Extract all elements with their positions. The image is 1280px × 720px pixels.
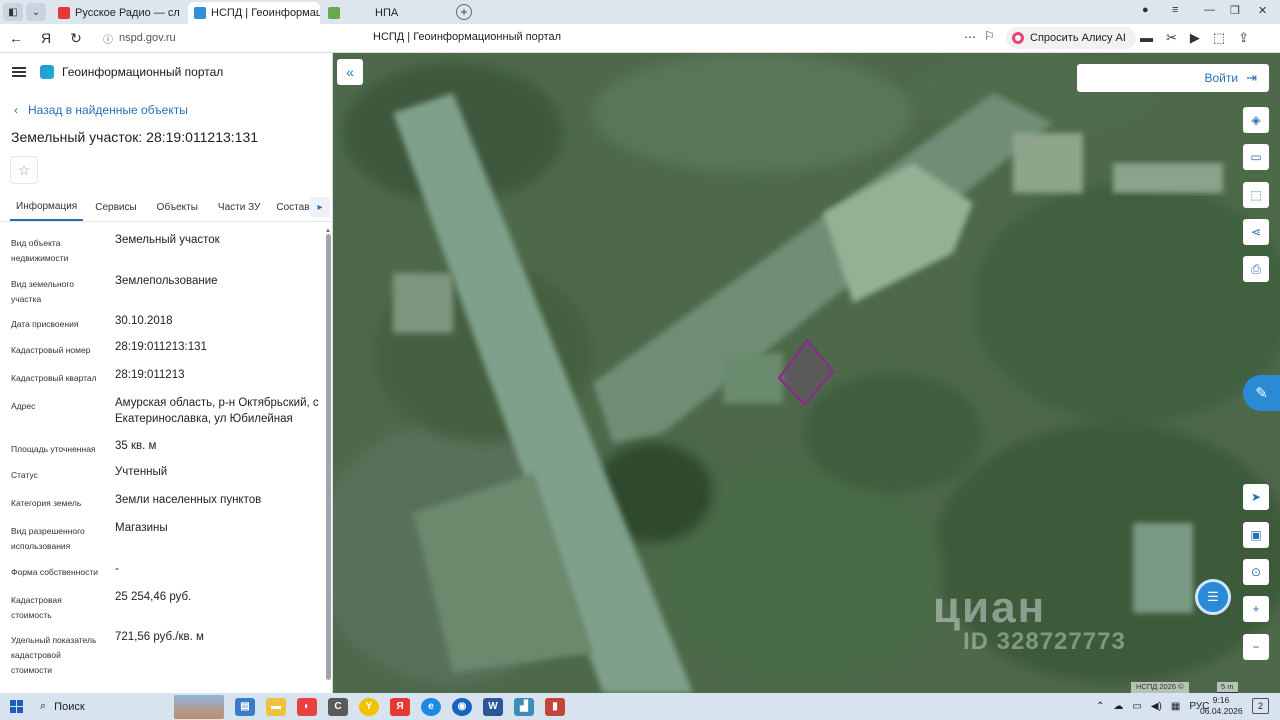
nspd-favicon-icon (194, 7, 206, 19)
tab-russkoe-radio[interactable]: Русское Радио — сл ◀) (52, 2, 180, 24)
bookmark-icon[interactable]: ⚐ (984, 29, 995, 43)
chevron-up-icon[interactable]: ⌃ (1096, 701, 1104, 712)
tabs-menu-icon[interactable]: ⌄ (26, 3, 46, 21)
cian-watermark: циан (933, 583, 1047, 632)
tab-information[interactable]: Информация (10, 193, 84, 221)
scroll-thumb[interactable] (326, 234, 331, 680)
zoom-in-icon[interactable]: + (1243, 596, 1269, 622)
address-bar: ← Я ↻ ⓘ nspd.gov.ru НСПД | Геоинформацио… (0, 24, 1280, 53)
system-tray: ⌃ ☁ ▭ ◀) ▦ РУС (1096, 693, 1209, 720)
yandex-browser-icon[interactable]: Y (359, 697, 379, 716)
share-map-icon[interactable]: ⋖ (1243, 219, 1269, 245)
word-icon[interactable]: W (483, 697, 503, 716)
zoom-out-icon[interactable]: − (1243, 634, 1269, 660)
media-icon[interactable]: ▶ (1190, 30, 1200, 46)
alice-icon (1012, 32, 1024, 44)
ruler-icon[interactable]: ▭ (1243, 144, 1269, 170)
extensions-icon[interactable]: ✂ (1166, 30, 1177, 46)
downloads-icon[interactable]: ▬ (1140, 30, 1153, 46)
portal-logo-icon (40, 65, 54, 79)
ask-alice-button[interactable]: Спросить Алису AI (1006, 27, 1136, 49)
clock[interactable]: 9:16 06.04.2026 (1200, 695, 1243, 717)
tabs-divider (0, 221, 332, 222)
login-arrow-icon: ⇥ (1246, 70, 1257, 85)
object-title: Земельный участок: 28:19:011213:131 (11, 129, 259, 145)
yandex-profile-icon[interactable]: ● (1142, 4, 1149, 16)
panel-header: Геоинформационный портал (0, 53, 332, 91)
news-widget[interactable] (174, 694, 224, 719)
tab-parcel-parts[interactable]: Части ЗУ (210, 193, 268, 221)
search-location-icon[interactable]: ⊙ (1243, 559, 1269, 585)
site-info-icon[interactable]: ⓘ (103, 31, 113, 46)
favorite-star-icon[interactable]: ☆ (10, 156, 38, 184)
notifications-icon[interactable]: 2 (1252, 698, 1269, 714)
object-info-panel: Геоинформационный портал ‹ Назад в найден… (0, 53, 333, 693)
restore-icon[interactable]: ❐ (1230, 4, 1240, 17)
select-area-icon[interactable]: ⬚ (1243, 182, 1269, 208)
back-arrow-icon[interactable]: ← (5, 30, 27, 46)
tab-nspd[interactable]: НСПД | Геоинформаци ✕ (188, 2, 320, 24)
search-icon: ⌕ (40, 700, 47, 712)
sidebar-toggle-icon[interactable]: ◧ (3, 3, 23, 21)
share-icon[interactable]: ⇪ (1238, 30, 1249, 46)
tab-npa[interactable]: НПА (322, 2, 442, 24)
screenshot-icon[interactable]: ⬚ (1213, 30, 1225, 46)
more-icon[interactable]: ⋯ (964, 30, 976, 44)
network-icon[interactable]: ▦ (1171, 701, 1180, 712)
blue-app-icon[interactable]: ◉ (452, 697, 472, 716)
feedback-icon[interactable]: ✎ (1243, 375, 1280, 411)
print-icon[interactable]: ⎙ (1243, 256, 1269, 282)
onedrive-icon[interactable]: ☁ (1113, 701, 1123, 712)
yandex-icon[interactable]: Я (35, 30, 57, 46)
satellite-map[interactable]: « Войти ⇥ ◈ ▭ ⬚ ⋖ ⎙ ✎ ➤ ▣ ⊙ + − ☰ циан I… (333, 53, 1280, 693)
app-red-icon[interactable]: ◐ (297, 697, 317, 716)
satellite-imagery (333, 53, 1280, 693)
edge-icon[interactable]: e (421, 697, 441, 716)
page-title: НСПД | Геоинформационный портал (373, 31, 562, 43)
folder-icon[interactable]: ▬ (266, 697, 286, 716)
close-window-icon[interactable]: ✕ (1258, 4, 1267, 17)
file-explorer-icon[interactable]: ▤ (235, 697, 255, 716)
taskbar-search[interactable]: ⌕ Поиск (34, 696, 170, 717)
url-field[interactable]: ⓘ nspd.gov.ru (95, 27, 184, 49)
chevron-right-icon[interactable]: ▸ (310, 197, 330, 217)
volume-icon[interactable]: ◀) (1151, 701, 1162, 712)
active-app-icon[interactable]: ▮ (545, 697, 565, 716)
browser-toolbar-icons: ▬ ✂ ▶ ⬚ ⇪ (1140, 30, 1249, 46)
reload-icon[interactable]: ↻ (65, 30, 87, 47)
cian-watermark-id: ID 328727773 (963, 628, 1126, 655)
windows-taskbar: ⌕ Поиск ▤ ▬ ◐ C Y Я e ◉ W ▟ ▮ ⌃ ☁ ▭ ◀) ▦… (0, 693, 1280, 720)
app-c-icon[interactable]: C (328, 697, 348, 716)
map-scale: 5 m (1217, 682, 1238, 693)
panel-tabs: Информация Сервисы Объекты Части ЗУ Сост… (0, 193, 332, 221)
minimap-icon[interactable]: ▣ (1243, 522, 1269, 548)
start-button[interactable] (0, 700, 32, 713)
geolocation-icon[interactable]: ➤ (1243, 484, 1269, 510)
radio-favicon-icon (58, 7, 70, 19)
portal-name: Геоинформационный портал (62, 65, 224, 79)
battery-icon[interactable]: ▭ (1132, 701, 1141, 712)
npa-favicon-icon (328, 7, 340, 19)
layers-icon[interactable]: ◈ (1243, 107, 1269, 133)
map-copyright: НСПД 2026 © (1131, 682, 1189, 693)
chart-app-icon[interactable]: ▟ (514, 697, 534, 716)
collapse-panel-icon[interactable]: « (337, 59, 363, 85)
chat-icon[interactable]: ☰ (1195, 579, 1231, 615)
tab-services[interactable]: Сервисы (87, 193, 144, 221)
chevron-left-icon: ‹ (14, 103, 18, 117)
windows-logo-icon (9, 700, 23, 713)
login-button[interactable]: Войти ⇥ (1077, 64, 1269, 92)
tab-objects[interactable]: Объекты (149, 193, 206, 221)
browser-tab-strip: ◧ ⌄ Русское Радио — сл ◀) НСПД | Геоинфо… (0, 0, 1280, 24)
back-to-results-link[interactable]: ‹ Назад в найденные объекты (14, 103, 188, 117)
menu-icon[interactable] (12, 65, 26, 79)
panel-scrollbar[interactable]: ▲ (325, 228, 331, 688)
minimize-icon[interactable]: — (1204, 4, 1215, 16)
new-tab-icon[interactable]: + (456, 4, 472, 20)
bookmarks-menu-icon[interactable]: ≡ (1172, 4, 1178, 16)
yandex-icon[interactable]: Я (390, 697, 410, 716)
